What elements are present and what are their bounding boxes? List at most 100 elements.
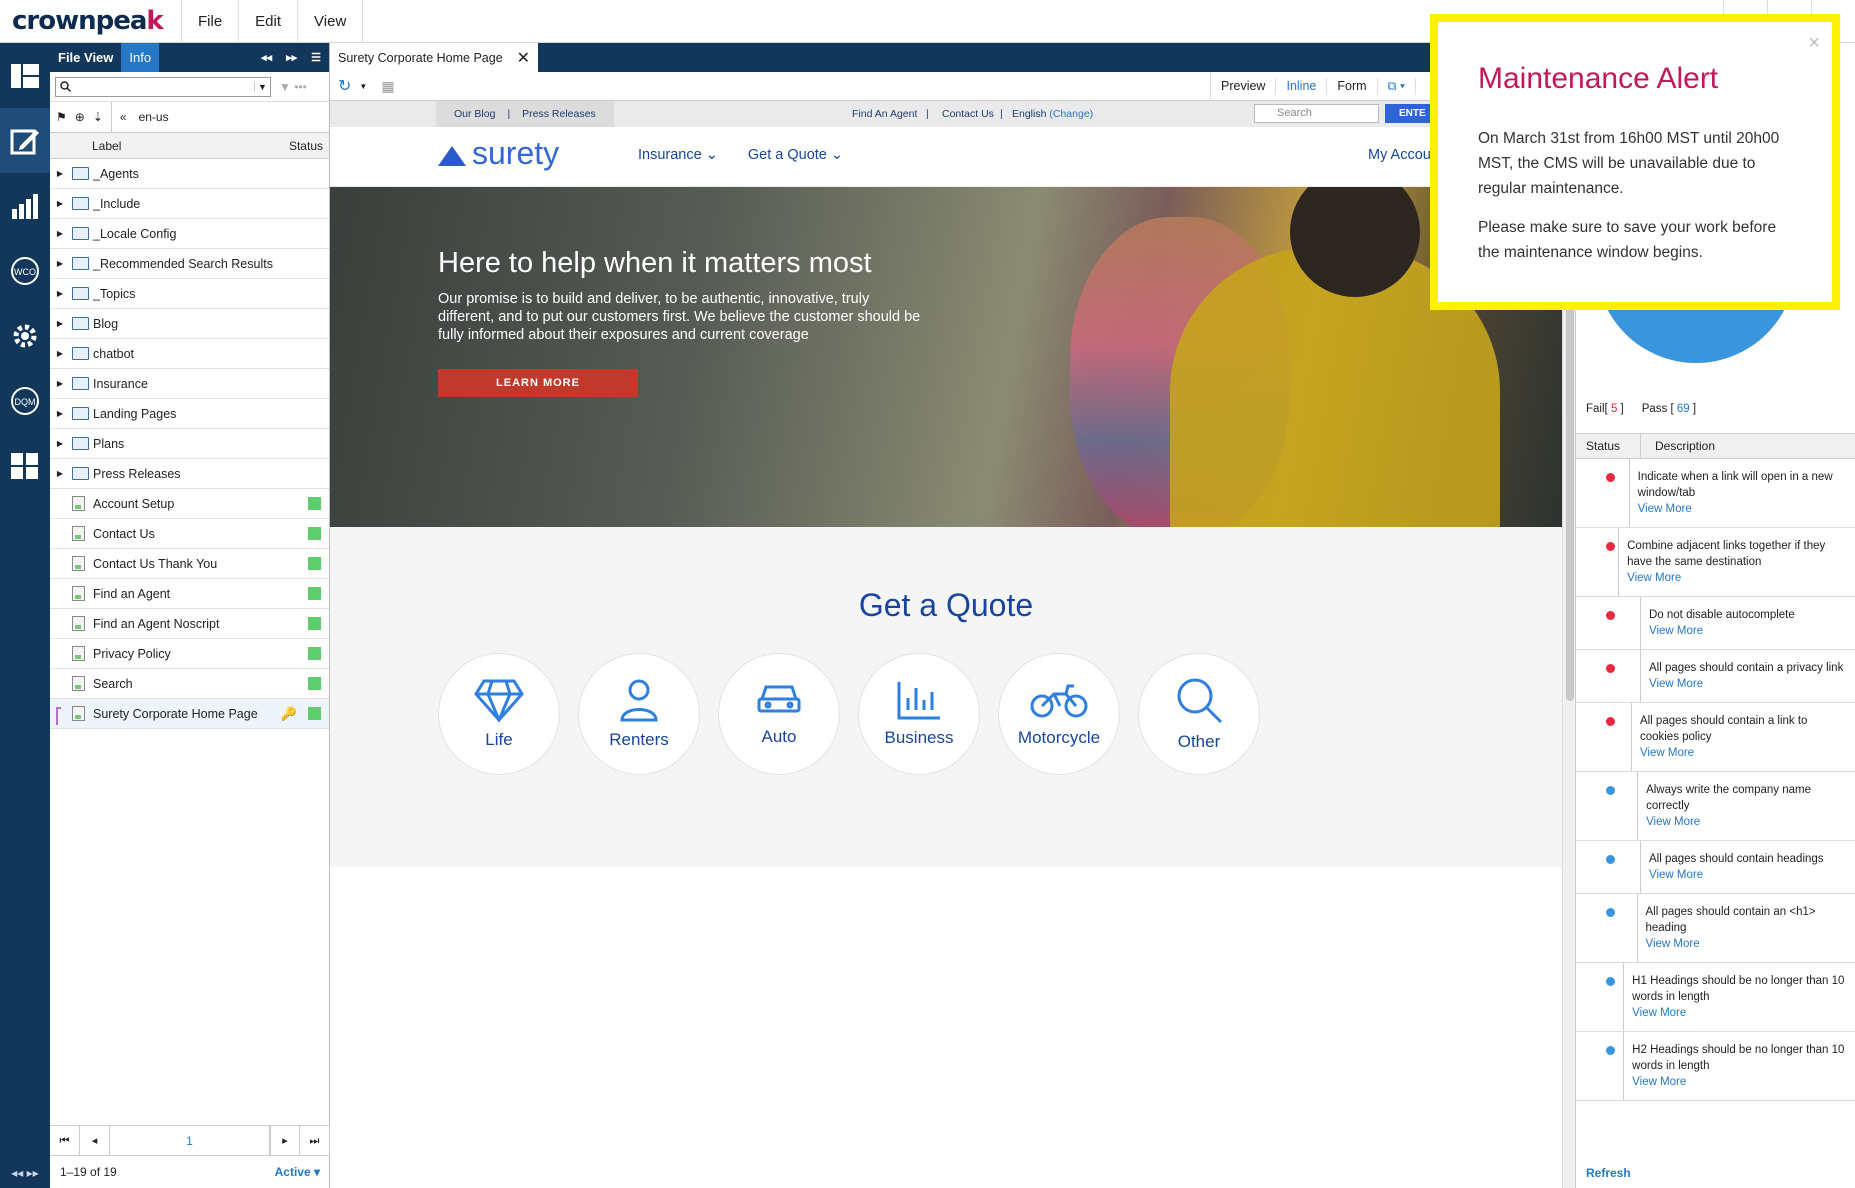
tree-folder-row[interactable]: ▶ Plans — [50, 429, 329, 459]
tree-folder-row[interactable]: ▶ _Recommended Search Results — [50, 249, 329, 279]
dqm-check-row[interactable]: Combine adjacent links together if they … — [1576, 528, 1855, 597]
tree-page-row[interactable]: Find an Agent — [50, 579, 329, 609]
refresh-icon[interactable]: ↻ — [338, 76, 351, 96]
expand-arrow-icon[interactable]: ▶ — [54, 259, 66, 268]
nav-insurance[interactable]: Insurance ⌄ — [638, 147, 718, 163]
tab-file-view[interactable]: File View — [50, 43, 121, 72]
pass-count[interactable]: Pass [ 69 ] — [1642, 403, 1696, 415]
collapse-left-icon[interactable]: ◂◂ — [261, 51, 272, 64]
col-status[interactable]: Status — [1576, 433, 1641, 459]
tree-page-row[interactable]: Find an Agent Noscript — [50, 609, 329, 639]
nav-get-quote[interactable]: Get a Quote ⌄ — [748, 147, 843, 163]
menu-file[interactable]: File — [181, 0, 238, 43]
quote-auto[interactable]: Auto — [718, 653, 840, 775]
tree-folder-row[interactable]: ▶ Landing Pages — [50, 399, 329, 429]
back-icon[interactable]: « — [120, 110, 127, 124]
link-press-releases[interactable]: Press Releases — [522, 108, 596, 120]
dqm-check-row[interactable]: Do not disable autocomplete View More — [1576, 597, 1855, 650]
flag-icon[interactable]: ⚑ — [56, 110, 67, 124]
expand-arrow-icon[interactable]: ▶ — [54, 379, 66, 388]
view-more-link[interactable]: View More — [1638, 501, 1848, 517]
menu-view[interactable]: View — [297, 0, 364, 43]
tree-page-row[interactable]: Account Setup — [50, 489, 329, 519]
quote-other[interactable]: Other — [1138, 653, 1260, 775]
dqm-check-row[interactable]: All pages should contain a privacy link V… — [1576, 650, 1855, 703]
learn-more-button[interactable]: LEARN MORE — [438, 369, 638, 397]
quote-renters[interactable]: Renters — [578, 653, 700, 775]
tab-info[interactable]: Info — [121, 43, 160, 72]
quote-life[interactable]: Life — [438, 653, 560, 775]
tree-page-row[interactable]: Privacy Policy — [50, 639, 329, 669]
filter-icon[interactable]: ▼ ••• — [279, 80, 307, 94]
tree-folder-row[interactable]: ▶ _Include — [50, 189, 329, 219]
tree-folder-row[interactable]: ▶ Press Releases — [50, 459, 329, 489]
expand-arrow-icon[interactable]: ▶ — [54, 439, 66, 448]
view-more-link[interactable]: View More — [1649, 867, 1824, 883]
dqm-icon[interactable]: DQM — [0, 368, 50, 433]
dqm-check-row[interactable]: All pages should contain an <h1> heading… — [1576, 894, 1855, 963]
tree-page-row[interactable]: Surety Corporate Home Page 🔑 — [50, 699, 329, 729]
dashboard-icon[interactable] — [0, 43, 50, 108]
analytics-icon[interactable] — [0, 173, 50, 238]
view-more-link[interactable]: View More — [1632, 1074, 1848, 1090]
fail-count[interactable]: Fail[ 5 ] — [1586, 403, 1624, 415]
wco-icon[interactable]: WCO — [0, 238, 50, 303]
site-search-input[interactable]: Search — [1254, 104, 1379, 123]
surety-logo[interactable]: surety — [438, 135, 559, 172]
dqm-check-row[interactable]: Indicate when a link will open in a new … — [1576, 459, 1855, 528]
refresh-button[interactable]: Refresh — [1586, 1166, 1631, 1180]
collapse-nav-icon[interactable]: ◂◂ ▸▸ — [0, 1166, 50, 1180]
link-find-agent[interactable]: Find An Agent — [852, 108, 917, 120]
quote-motorcycle[interactable]: Motorcycle — [998, 653, 1120, 775]
grid-icon[interactable]: ▦ — [381, 78, 394, 95]
page-number[interactable]: 1 — [110, 1125, 270, 1156]
view-more-link[interactable]: View More — [1640, 745, 1848, 761]
chevron-down-icon[interactable]: ▼ — [359, 82, 367, 91]
expand-arrow-icon[interactable]: ▶ — [54, 469, 66, 478]
expand-arrow-icon[interactable]: ▶ — [54, 169, 66, 178]
chevron-down-icon[interactable]: ▼ — [254, 81, 270, 92]
tree-folder-row[interactable]: ▶ _Agents — [50, 159, 329, 189]
expand-arrow-icon[interactable]: ▶ — [54, 199, 66, 208]
tree-page-row[interactable]: Search — [50, 669, 329, 699]
col-label[interactable]: Label — [50, 139, 121, 153]
expand-arrow-icon[interactable]: ▶ — [54, 409, 66, 418]
active-filter-dropdown[interactable]: Active ▾ — [275, 1165, 320, 1179]
last-page-icon[interactable]: ⏭ — [300, 1125, 330, 1156]
globe-icon[interactable]: ⊕ — [75, 110, 85, 124]
expand-arrow-icon[interactable]: ▶ — [54, 349, 66, 358]
next-page-icon[interactable]: ▸ — [270, 1125, 300, 1156]
open-external-icon[interactable]: ⧉ ▾ — [1378, 78, 1417, 95]
link-our-blog[interactable]: Our Blog — [454, 108, 495, 120]
sort-icon[interactable]: ⇣ — [93, 110, 103, 124]
view-more-link[interactable]: View More — [1649, 623, 1795, 639]
mode-inline[interactable]: Inline — [1276, 78, 1328, 95]
tree-page-row[interactable]: Contact Us Thank You — [50, 549, 329, 579]
expand-arrow-icon[interactable]: ▶ — [54, 229, 66, 238]
edit-icon[interactable] — [0, 108, 50, 173]
tree-folder-row[interactable]: ▶ _Topics — [50, 279, 329, 309]
first-page-icon[interactable]: ⏮ — [50, 1125, 80, 1156]
view-more-link[interactable]: View More — [1649, 676, 1843, 692]
view-more-link[interactable]: View More — [1646, 814, 1848, 830]
dqm-check-row[interactable]: H1 Headings should be no longer than 10 … — [1576, 963, 1855, 1032]
expand-right-icon[interactable]: ▸▸ — [286, 51, 297, 64]
tree-search-input[interactable]: ▼ — [55, 76, 271, 97]
view-more-link[interactable]: View More — [1627, 570, 1848, 586]
document-tab[interactable]: Surety Corporate Home Page ✕ — [330, 43, 539, 72]
tree-folder-row[interactable]: ▶ Insurance — [50, 369, 329, 399]
dqm-check-row[interactable]: All pages should contain headings View Mo… — [1576, 841, 1855, 894]
nav-my-account[interactable]: My Accou — [1368, 147, 1431, 163]
dqm-check-row[interactable]: H2 Headings should be no longer than 10 … — [1576, 1032, 1855, 1101]
col-description[interactable]: Description — [1641, 439, 1715, 453]
mode-form[interactable]: Form — [1327, 78, 1378, 95]
close-icon[interactable]: × — [1808, 32, 1820, 55]
settings-gear-icon[interactable] — [0, 303, 50, 368]
mode-preview[interactable]: Preview — [1211, 78, 1277, 95]
tree-page-row[interactable]: Contact Us — [50, 519, 329, 549]
tree-folder-row[interactable]: ▶ Blog — [50, 309, 329, 339]
dqm-check-row[interactable]: Always write the company name correctly V… — [1576, 772, 1855, 841]
tree-folder-row[interactable]: ▶ chatbot — [50, 339, 329, 369]
marketplace-icon[interactable] — [0, 433, 50, 498]
expand-arrow-icon[interactable]: ▶ — [54, 289, 66, 298]
